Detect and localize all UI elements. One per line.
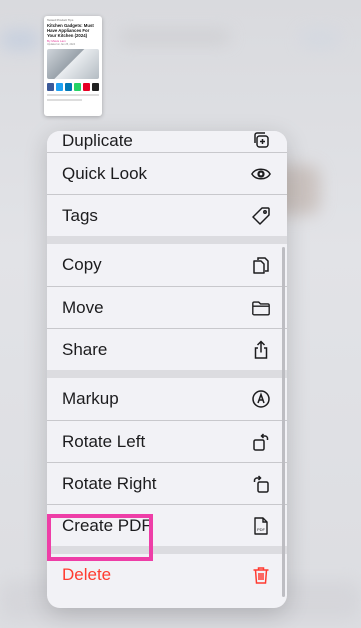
menu-item-label: Markup <box>62 389 119 408</box>
menu-item-label: Create PDF <box>62 515 152 535</box>
preview-image <box>47 49 99 79</box>
copy-icon <box>250 254 272 276</box>
document-preview-thumbnail[interactable]: Tested Product Tips Kitchen Gadgets: Mus… <box>44 16 102 116</box>
eye-icon <box>250 163 272 185</box>
preview-share-icons <box>44 83 102 91</box>
preview-share-icon <box>47 83 54 91</box>
preview-share-icon <box>65 83 72 91</box>
preview-share-icon <box>92 83 99 91</box>
pdf-doc-icon: PDF <box>250 515 272 537</box>
blurred-shape <box>300 30 340 48</box>
menu-item-label: Share <box>62 339 108 359</box>
menu-item-rotate-right[interactable]: Rotate Right <box>47 462 287 504</box>
svg-text:PDF: PDF <box>257 527 266 532</box>
folder-icon <box>250 297 272 319</box>
menu-item-quick-look[interactable]: Quick Look <box>47 152 287 194</box>
tag-icon <box>250 205 272 227</box>
markup-icon <box>250 388 272 410</box>
menu-item-move[interactable]: Move <box>47 286 287 328</box>
menu-item-duplicate[interactable]: Duplicate <box>47 131 287 152</box>
preview-title: Kitchen Gadgets: Must Have Appliances Fo… <box>47 23 94 38</box>
menu-item-markup[interactable]: Markup <box>47 378 287 420</box>
blurred-shape <box>0 30 40 50</box>
menu-item-label: Delete <box>62 565 112 584</box>
menu-item-label: Tags <box>62 205 98 225</box>
menu-item-label: Rotate Left <box>62 431 146 451</box>
context-menu: Duplicate Quick Look Tags Copy Move Shar… <box>47 131 287 608</box>
menu-item-label: Duplicate <box>62 131 133 150</box>
blurred-shape <box>120 30 230 44</box>
preview-text-line <box>47 99 82 101</box>
menu-item-label: Move <box>62 297 104 317</box>
preview-share-icon <box>56 83 63 91</box>
menu-group-separator <box>47 236 287 244</box>
share-icon <box>250 339 272 361</box>
menu-item-label: Quick Look <box>62 163 148 183</box>
preview-share-icon <box>83 83 90 91</box>
menu-item-copy[interactable]: Copy <box>47 244 287 286</box>
preview-share-icon <box>74 83 81 91</box>
preview-meta: Updated on Jan 25, 2024 <box>47 43 76 46</box>
menu-item-delete[interactable]: Delete <box>47 554 287 596</box>
preview-text-line <box>47 94 99 96</box>
rotate-left-icon <box>250 431 272 453</box>
menu-item-share[interactable]: Share <box>47 328 287 370</box>
menu-group-separator <box>47 546 287 554</box>
trash-icon <box>250 564 272 586</box>
rotate-right-icon <box>250 473 272 495</box>
menu-item-label: Rotate Right <box>62 473 157 493</box>
duplicate-icon <box>250 131 272 151</box>
menu-item-rotate-left[interactable]: Rotate Left <box>47 420 287 462</box>
menu-scrollbar[interactable] <box>282 247 285 597</box>
menu-item-create-pdf[interactable]: Create PDF PDF <box>47 504 287 546</box>
menu-item-label: Copy <box>62 255 102 274</box>
menu-group-separator <box>47 370 287 378</box>
menu-item-tags[interactable]: Tags <box>47 194 287 236</box>
